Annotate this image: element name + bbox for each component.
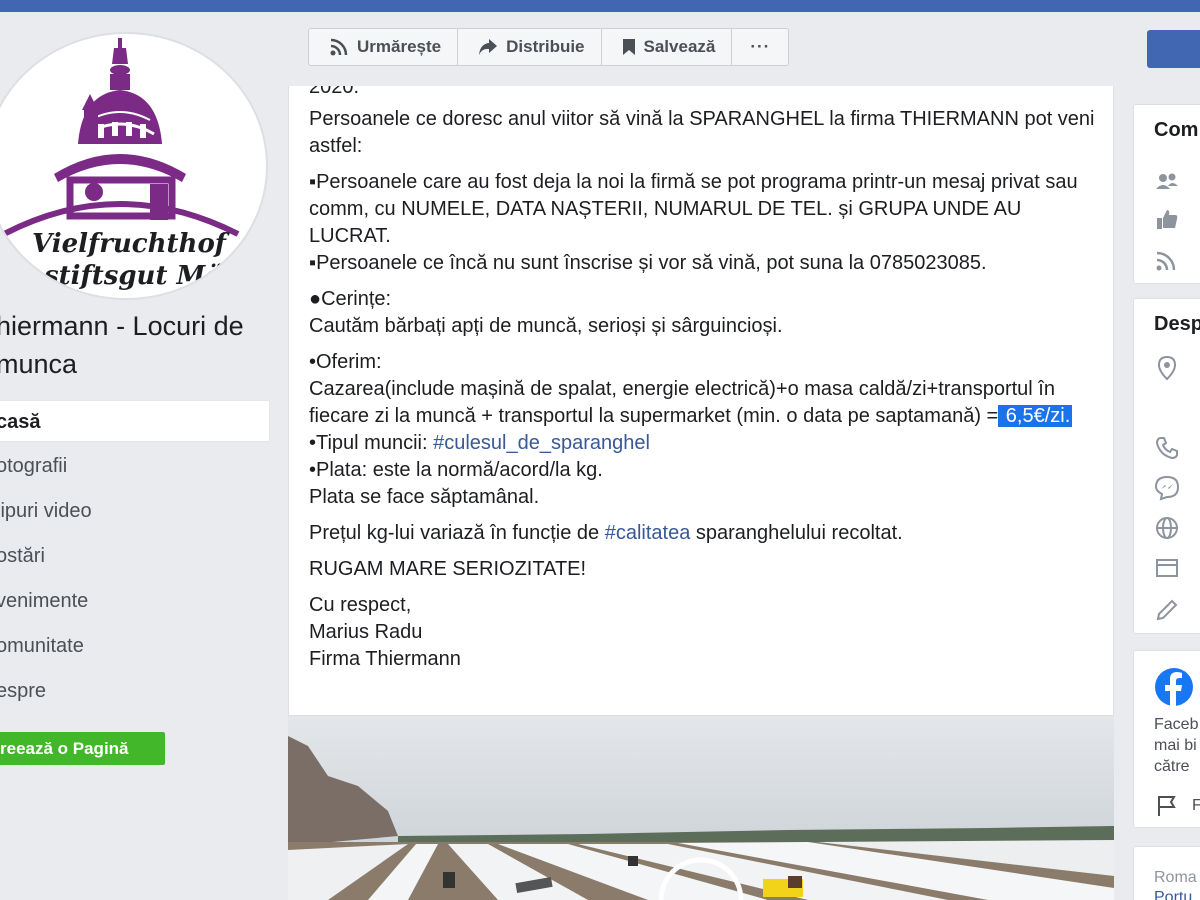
nav-item-videos[interactable]: lipuri video [0,490,270,532]
more-icon: ··· [750,37,771,56]
messenger-icon [1154,475,1180,501]
page-profile-picture[interactable]: Vielfruchthof stiftsgut Mö [0,32,268,300]
work-type-label: •Tipul muncii: [309,432,434,454]
share-arrow-icon [479,39,498,55]
post-card: 2020. Persoanele ce doresc anul viitor s… [288,86,1114,716]
price-text: sparanghelului recoltat. [690,522,903,544]
svg-text:stiftsgut Mö: stiftsgut Mö [43,261,223,291]
nav-item-photos[interactable]: otografii [0,445,270,487]
logo-graphic: Vielfruchthof stiftsgut Mö [2,38,240,291]
share-button[interactable]: Distribuie [458,29,602,65]
requirements-text: Cautăm bărbați apți de muncă, serioși și… [309,315,783,337]
share-label: Distribuie [506,37,585,56]
globe-icon [1156,517,1178,539]
page-action-bar: Urmărește Distribuie Salvează ··· [308,28,790,66]
people-icon [1156,173,1178,189]
report-flag-label[interactable]: F [1192,795,1200,816]
nav-item-events[interactable]: venimente [0,580,270,622]
post-paragraph: Prețul kg-lui variază în funcție de #cal… [309,520,1104,547]
svg-text:Vielfruchthof: Vielfruchthof [32,229,230,259]
requirements-title: ●Cerințe: [309,288,392,310]
facebook-info-text: mai bi [1154,737,1197,754]
post-paragraph: Persoanele ce doresc anul viitor să vină… [309,108,1095,157]
community-card: Com [1133,104,1200,284]
signature-line: Firma Thiermann [309,648,461,670]
signature-line: Marius Radu [309,621,423,643]
rss-icon [1156,251,1176,271]
location-pin-icon [1157,355,1177,381]
save-label: Salvează [643,37,716,56]
offer-title: •Oferim: [309,351,382,373]
follow-label: Urmărește [357,37,442,56]
left-sidebar: Vielfruchthof stiftsgut Mö hiermann - Lo… [0,12,288,900]
hashtag-link[interactable]: #culesul_de_sparanghel [433,432,650,454]
post-paragraph: •Oferim: Cazarea(include mașină de spala… [309,349,1104,511]
phone-icon [1155,437,1178,460]
save-button[interactable]: Salvează [602,29,733,65]
offer-text: Cazarea(include mașină de spalat, energi… [309,378,1055,427]
bookmark-icon [622,39,635,55]
language-card: Roma Portu [1133,846,1200,900]
edit-pencil-icon [1156,599,1178,621]
about-card: Desp [1133,298,1200,634]
post-line: ▪Persoanele care au fost deja la noi la … [309,171,1078,247]
rss-follow-icon [330,38,348,56]
asparagus-field-image [288,716,1114,900]
post-body: 2020. Persoanele ce doresc anul viitor s… [309,86,1104,682]
about-title: Desp [1154,313,1200,335]
price-text: Prețul kg-lui variază în funcție de [309,522,605,544]
page-category-icon [1156,559,1178,577]
post-cut-line: 2020. [309,86,360,98]
more-options-button[interactable]: ··· [732,29,788,65]
language-current: Roma [1154,869,1197,886]
facebook-info-text: către [1154,758,1190,775]
nav-item-about[interactable]: espre [0,670,270,712]
page-nav: casă otografii lipuri video ostări venim… [0,400,270,715]
like-thumb-icon [1157,210,1178,229]
facebook-info-card: Faceb mai bi către F [1133,650,1200,828]
selected-price-text: 6,5€/zi. [998,405,1073,427]
page-title[interactable]: hiermann - Locuri de munca [0,307,276,383]
top-nav-bar [0,0,1200,12]
nav-item-community[interactable]: omunitate [0,625,270,667]
follow-button[interactable]: Urmărește [309,29,459,65]
report-flag-icon[interactable] [1154,793,1180,819]
signature-line: Cu respect, [309,594,412,616]
post-paragraph: ▪Persoanele care au fost deja la noi la … [309,169,1104,277]
post-line: ▪Persoanele ce încă nu sunt înscrise și … [309,252,987,274]
facebook-logo-icon [1155,668,1193,706]
payment-line: •Plata: este la normă/acord/la kg. [309,459,603,481]
language-option-link[interactable]: Portu [1154,887,1192,900]
post-video-thumbnail[interactable] [288,716,1114,900]
hashtag-link[interactable]: #calitatea [605,522,691,544]
post-paragraph: ●Cerințe: Cautăm bărbați apți de muncă, … [309,286,1104,340]
post-signature: Cu respect, Marius Radu Firma Thiermann [309,592,1104,673]
create-page-button[interactable]: reează o Pagină [0,732,165,765]
community-title: Com [1154,119,1199,141]
post-paragraph: RUGAM MARE SERIOZITATE! [309,558,587,580]
payment-line: Plata se face săptamânal. [309,486,540,508]
nav-item-posts[interactable]: ostări [0,535,270,577]
facebook-info-text: Faceb [1154,716,1199,733]
nav-item-home[interactable]: casă [0,400,270,442]
primary-action-button[interactable] [1147,30,1200,68]
